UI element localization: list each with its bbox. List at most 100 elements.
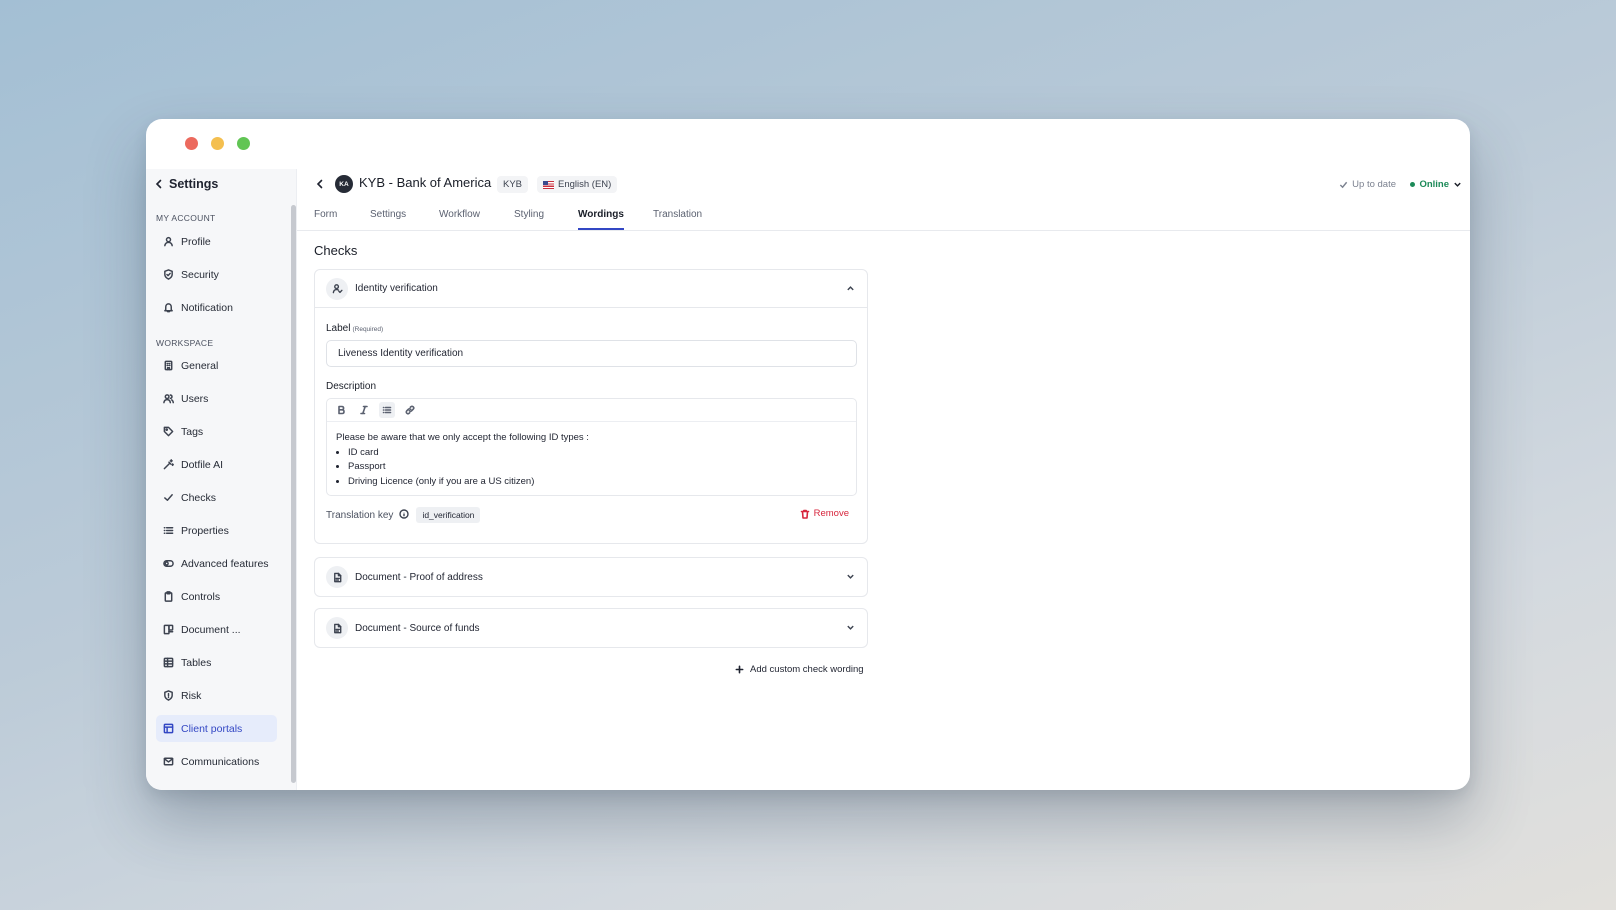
- sidebar-item-label: Tags: [181, 425, 204, 438]
- translation-key-label: Translation key: [326, 509, 394, 521]
- portal-tabs: Form Settings Workflow Styling Wordings …: [297, 200, 1470, 231]
- chevron-down-icon: [1454, 182, 1461, 187]
- document-icon: [326, 617, 348, 639]
- minimize-window-button[interactable]: [211, 137, 224, 150]
- portal-header: KA KYB - Bank of America KYB English (EN…: [297, 169, 1470, 200]
- user-check-icon: [326, 277, 348, 300]
- label-title-text: Label: [326, 323, 351, 334]
- sidebar-item-advanced-features[interactable]: Advanced features: [156, 550, 277, 577]
- avatar: KA: [335, 175, 353, 193]
- list-icon: [163, 527, 174, 534]
- list-item: Passport: [348, 460, 847, 475]
- tab-workflow[interactable]: Workflow: [439, 209, 480, 228]
- chevron-down-icon[interactable]: [846, 572, 855, 581]
- sidebar-item-label: Risk: [181, 689, 202, 702]
- table-icon: [163, 657, 174, 668]
- tab-wordings[interactable]: Wordings: [578, 209, 624, 230]
- language-selector[interactable]: English (EN): [537, 176, 618, 193]
- proof-of-address-header[interactable]: Document - Proof of address: [315, 558, 867, 596]
- italic-icon: [360, 405, 368, 415]
- app-window: Settings MY ACCOUNT Profile Security Not…: [146, 119, 1470, 790]
- sidebar-item-label: Properties: [181, 524, 229, 537]
- sidebar-item-dotfile-ai[interactable]: Dotfile AI: [156, 451, 277, 478]
- sidebar-item-label: Client portals: [181, 722, 243, 735]
- description-field-title: Description: [326, 381, 377, 392]
- label-input[interactable]: [326, 340, 857, 367]
- tab-translation[interactable]: Translation: [653, 209, 702, 228]
- chevron-up-icon[interactable]: [846, 284, 855, 293]
- sidebar-item-properties[interactable]: Properties: [156, 517, 277, 544]
- label-field-title: Label (Required): [326, 323, 383, 334]
- info-icon[interactable]: [399, 508, 410, 522]
- sidebar-item-tables[interactable]: Tables: [156, 649, 277, 676]
- sidebar-item-label: Advanced features: [181, 557, 269, 570]
- shield-alert-icon: [164, 690, 173, 701]
- remove-button[interactable]: Remove: [800, 508, 849, 519]
- clipboard-icon: [164, 591, 173, 602]
- close-window-button[interactable]: [185, 137, 198, 150]
- sidebar-item-security[interactable]: Security: [156, 261, 277, 288]
- shield-icon: [164, 269, 173, 280]
- bullet-list-button[interactable]: [379, 402, 395, 418]
- list-item: ID card: [348, 446, 847, 461]
- proof-of-address-title: Document - Proof of address: [355, 571, 483, 583]
- user-icon: [164, 236, 173, 247]
- sidebar-item-tags[interactable]: Tags: [156, 418, 277, 445]
- link-button[interactable]: [402, 402, 418, 418]
- chevron-down-icon[interactable]: [846, 623, 855, 632]
- add-custom-label: Add custom check wording: [750, 664, 864, 675]
- description-content[interactable]: Please be aware that we only accept the …: [327, 422, 856, 498]
- sidebar-item-communications[interactable]: Communications: [156, 748, 277, 775]
- check-icon: [1339, 181, 1348, 189]
- sidebar-item-general[interactable]: General: [156, 352, 277, 379]
- sidebar-item-users[interactable]: Users: [156, 385, 277, 412]
- sidebar-item-profile[interactable]: Profile: [156, 228, 277, 255]
- sidebar-item-label: General: [181, 359, 219, 372]
- sidebar-scrollbar[interactable]: [291, 205, 296, 783]
- window-controls: [185, 137, 250, 150]
- sidebar-item-label: Notification: [181, 301, 233, 314]
- back-arrow-icon[interactable]: [315, 179, 325, 189]
- sidebar-item-risk[interactable]: Risk: [156, 682, 277, 709]
- sidebar-item-label: Users: [181, 392, 209, 405]
- source-of-funds-card: Document - Source of funds: [314, 608, 868, 648]
- mail-icon: [163, 757, 174, 766]
- tab-settings[interactable]: Settings: [370, 209, 406, 228]
- trash-icon: [800, 509, 809, 519]
- identity-verification-header[interactable]: Identity verification: [315, 270, 867, 308]
- maximize-window-button[interactable]: [237, 137, 250, 150]
- tab-styling[interactable]: Styling: [514, 209, 544, 228]
- sidebar-item-label: Controls: [181, 590, 221, 603]
- online-status-dropdown[interactable]: Online: [1410, 179, 1462, 190]
- sidebar-item-checks[interactable]: Checks: [156, 484, 277, 511]
- sidebar-item-document[interactable]: Document ...: [156, 616, 277, 643]
- tab-form[interactable]: Form: [314, 209, 337, 228]
- settings-back-button[interactable]: Settings: [154, 177, 218, 191]
- sidebar-item-label: Security: [181, 268, 219, 281]
- document-icon: [163, 624, 174, 635]
- section-title: Checks: [314, 243, 358, 258]
- sidebar-item-label: Communications: [181, 755, 260, 768]
- proof-of-address-card: Document - Proof of address: [314, 557, 868, 597]
- translation-key-row: Translation key id_verification: [326, 507, 481, 523]
- translation-key-badge: id_verification: [416, 507, 481, 523]
- users-icon: [163, 394, 174, 404]
- online-status-label: Online: [1419, 179, 1449, 190]
- source-of-funds-header[interactable]: Document - Source of funds: [315, 609, 867, 647]
- layout-icon: [163, 723, 174, 734]
- bold-button[interactable]: [333, 402, 349, 418]
- sidebar-item-controls[interactable]: Controls: [156, 583, 277, 610]
- toggle-icon: [163, 560, 174, 567]
- plus-icon: [735, 665, 744, 674]
- language-label: English (EN): [558, 179, 612, 190]
- us-flag-icon: [543, 180, 554, 189]
- italic-button[interactable]: [356, 402, 372, 418]
- chevron-left-icon: [155, 179, 162, 189]
- check-icon: [164, 494, 173, 501]
- sidebar-item-client-portals[interactable]: Client portals: [156, 715, 277, 742]
- description-intro: Please be aware that we only accept the …: [336, 432, 589, 443]
- list-icon: [382, 406, 392, 414]
- add-custom-check-wording-button[interactable]: Add custom check wording: [735, 664, 864, 675]
- sidebar-item-label: Profile: [181, 235, 211, 248]
- sidebar-item-notification[interactable]: Notification: [156, 294, 277, 321]
